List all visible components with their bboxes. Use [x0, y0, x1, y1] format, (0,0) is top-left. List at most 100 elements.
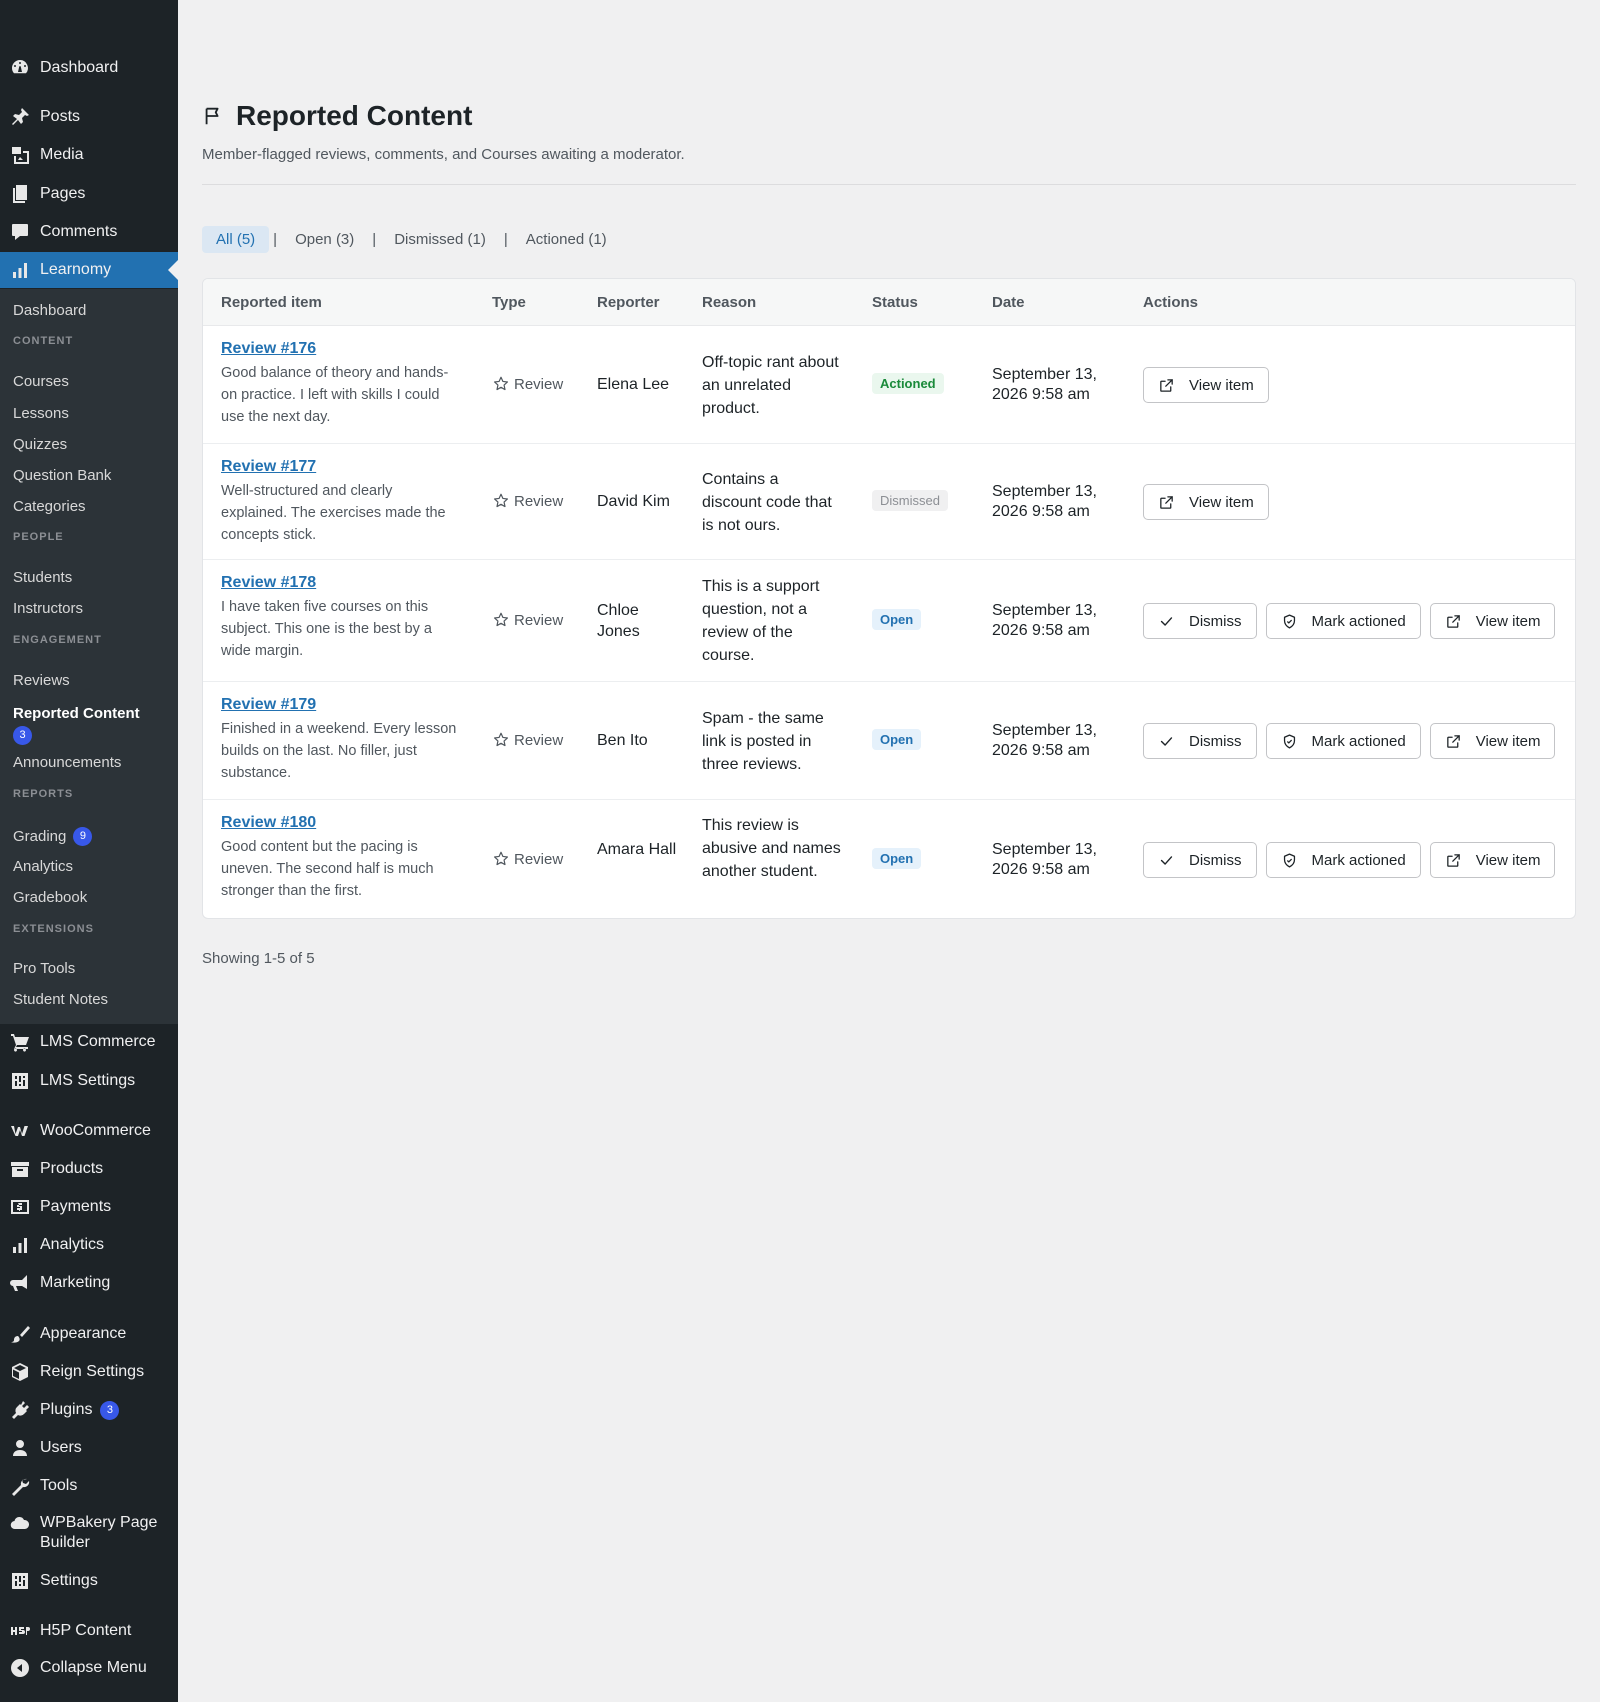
sidebar-item-label: H5P Content [40, 1622, 132, 1639]
filter-open[interactable]: Open (3) [281, 226, 368, 253]
type-cell: Review [492, 731, 563, 749]
view-item-button[interactable]: View item [1429, 842, 1556, 878]
filter-dismissed[interactable]: Dismissed (1) [380, 226, 500, 253]
external-link-icon [1445, 613, 1476, 630]
sidebar-item-comments[interactable]: Comments [0, 214, 178, 250]
submenu-instructors[interactable]: Instructors [13, 600, 83, 617]
submenu-grading[interactable]: Grading 9 [13, 827, 93, 846]
view-item-button[interactable]: View item [1143, 484, 1269, 520]
sidebar-item-label: Analytics [40, 1236, 105, 1253]
submenu-reviews[interactable]: Reviews [13, 672, 70, 689]
sidebar-item-learnomy[interactable]: Learnomy [0, 252, 178, 288]
sidebar-item-plugins[interactable]: Plugins 3 [0, 1392, 178, 1428]
submenu-student-notes[interactable]: Student Notes [13, 991, 108, 1008]
dismiss-button[interactable]: Dismiss [1143, 842, 1257, 878]
table-row: Review #178 I have taken five courses on … [203, 560, 1575, 682]
submenu-heading-content: CONTENT [13, 335, 74, 347]
star-icon [492, 375, 514, 393]
submenu-students[interactable]: Students [13, 569, 72, 586]
sidebar-item-tools[interactable]: Tools [0, 1468, 178, 1504]
submenu-question-bank[interactable]: Question Bank [13, 467, 111, 484]
report-date: September 13, 2026 9:58 am [992, 602, 1097, 639]
reporter-name: Amara Hall [597, 841, 677, 858]
mark-actioned-button[interactable]: Mark actioned [1265, 842, 1421, 878]
submenu-dashboard[interactable]: Dashboard [13, 302, 86, 319]
view-item-button[interactable]: View item [1429, 723, 1556, 759]
sidebar-item-settings[interactable]: Settings [0, 1563, 178, 1599]
row-actions: View item [1143, 367, 1269, 403]
sidebar-item-label: WPBakery Page Builder [40, 1514, 158, 1551]
submenu-gradebook[interactable]: Gradebook [13, 889, 87, 906]
table-row: Review #176 Good balance of theory and ha… [203, 326, 1575, 444]
report-date: September 13, 2026 9:58 am [992, 366, 1097, 403]
sidebar-item-lms-commerce[interactable]: LMS Commerce [0, 1024, 178, 1060]
wrench-icon [10, 1476, 30, 1496]
type-cell: Review [492, 611, 563, 629]
sidebar-item-analytics[interactable]: Analytics [0, 1227, 178, 1263]
button-label: View item [1475, 612, 1541, 630]
table-body: Review #176 Good balance of theory and ha… [203, 326, 1575, 918]
reported-item-link[interactable]: Review #176 [221, 340, 316, 357]
reported-item-link[interactable]: Review #180 [221, 814, 316, 831]
sidebar-item-wpbakery-page-builder[interactable]: WPBakery Page Builder [0, 1513, 178, 1557]
settings-box-icon [10, 1571, 30, 1591]
sidebar-item-products[interactable]: Products [0, 1151, 178, 1187]
external-link-icon [1445, 733, 1476, 750]
grading-count-badge: 9 [73, 827, 93, 846]
sidebar-item-reign-settings[interactable]: Reign Settings [0, 1354, 178, 1390]
submenu-reported-content[interactable]: Reported Content 3 [13, 705, 140, 745]
type-label: Review [514, 492, 564, 510]
sidebar-item-label: Collapse Menu [40, 1659, 147, 1676]
submenu-announcements[interactable]: Announcements [13, 754, 121, 771]
submenu-reported-content-label: Reported Content [13, 705, 140, 722]
reported-item-link[interactable]: Review #178 [221, 574, 316, 591]
column-header-reported-item: Reported item [221, 294, 322, 311]
review-excerpt: Finished in a weekend. Every lesson buil… [221, 721, 457, 781]
sidebar-item-posts[interactable]: Posts [0, 99, 178, 135]
mark-actioned-button[interactable]: Mark actioned [1265, 723, 1421, 759]
sidebar-item-payments[interactable]: Payments [0, 1189, 178, 1225]
submenu-categories[interactable]: Categories [13, 498, 86, 515]
filter-separator: | [503, 231, 508, 248]
sidebar-item-users[interactable]: Users [0, 1430, 178, 1466]
type-cell: Review [492, 850, 563, 868]
submenu-courses[interactable]: Courses [13, 373, 69, 390]
shield-check-icon [1281, 613, 1312, 630]
reported-item-link[interactable]: Review #179 [221, 696, 316, 713]
table-row: Review #177 Well-structured and clearly e… [203, 444, 1575, 560]
column-header-date: Date [992, 294, 1025, 311]
bar-chart-icon [10, 260, 30, 280]
filter-all[interactable]: All (5) [202, 226, 270, 253]
submenu-pro-tools[interactable]: Pro Tools [13, 960, 75, 977]
reported-item-link[interactable]: Review #177 [221, 458, 316, 475]
sidebar-item-label: Users [40, 1439, 82, 1456]
button-label: Dismiss [1189, 851, 1242, 869]
dismiss-button[interactable]: Dismiss [1143, 603, 1257, 639]
submenu-quizzes[interactable]: Quizzes [13, 436, 67, 453]
report-reason: Spam - the same link is posted in three … [702, 709, 824, 773]
view-item-button[interactable]: View item [1143, 367, 1269, 403]
sidebar-item-media[interactable]: Media [0, 137, 178, 173]
filter-actioned[interactable]: Actioned (1) [512, 226, 621, 253]
sidebar-item-pages[interactable]: Pages [0, 176, 178, 212]
learnomy-submenu: Dashboard CONTENT Courses Lessons Quizzes Que… [0, 289, 178, 1024]
sidebar-item-marketing[interactable]: Marketing [0, 1265, 178, 1301]
mark-actioned-button[interactable]: Mark actioned [1265, 603, 1421, 639]
sidebar-item-h5p-content[interactable]: H5P Content [0, 1613, 178, 1649]
megaphone-icon [10, 1273, 30, 1293]
sidebar-item-woocommerce[interactable]: WooCommerce [0, 1113, 178, 1149]
sidebar-item-lms-settings[interactable]: LMS Settings [0, 1063, 178, 1099]
sidebar-item-label: Payments [40, 1198, 112, 1215]
sidebar-item-dashboard[interactable]: Dashboard [0, 50, 178, 86]
table-row: Review #180 Good content but the pacing i… [203, 800, 1575, 918]
dismiss-button[interactable]: Dismiss [1143, 723, 1257, 759]
submenu-analytics[interactable]: Analytics [13, 858, 73, 875]
reporter-name: Ben Ito [597, 732, 648, 749]
sidebar-item-appearance[interactable]: Appearance [0, 1316, 178, 1352]
header-divider [202, 184, 1576, 185]
submenu-lessons[interactable]: Lessons [13, 405, 69, 422]
view-item-button[interactable]: View item [1429, 603, 1556, 639]
submenu-heading-people: PEOPLE [13, 531, 64, 543]
sidebar-item-label: Learnomy [40, 261, 112, 278]
sidebar-item-collapse-menu[interactable]: Collapse Menu [0, 1650, 178, 1686]
